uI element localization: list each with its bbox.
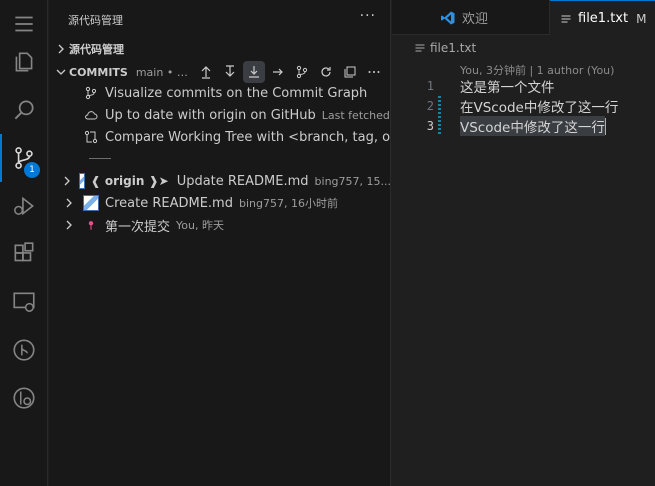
- item-label: Visualize commits on the Commit Graph: [105, 85, 368, 101]
- item-description: Last fetched ...: [321, 108, 391, 122]
- code-line[interactable]: 3 VScode中修改了这一行: [392, 116, 655, 136]
- tab-file1[interactable]: file1.txt M: [550, 0, 655, 36]
- chevron-right-icon: [61, 173, 73, 189]
- vscode-logo-icon: [440, 10, 456, 26]
- line-text: 这是第一个文件: [460, 80, 555, 96]
- code-line[interactable]: 1 这是第一个文件: [392, 76, 655, 96]
- avatar: [79, 173, 85, 189]
- tab-welcome[interactable]: 欢迎: [430, 0, 550, 35]
- line-number: 2: [426, 99, 434, 113]
- commits-label: COMMITS: [69, 65, 128, 79]
- gutter: [438, 76, 441, 96]
- source-control-badge: 1: [24, 162, 40, 178]
- branch-meta: main • Last f...: [135, 65, 192, 79]
- tab-label: 欢迎: [462, 12, 489, 27]
- editor-area: 欢迎 file1.txt M file1.txt You, 3分钟前 | 1 a…: [392, 0, 655, 486]
- refresh-icon[interactable]: [315, 61, 337, 83]
- up-to-date-item[interactable]: Up to date with origin on GitHub Last fe…: [49, 104, 391, 126]
- compare-icon: [83, 129, 99, 145]
- section-label: 源代码管理: [69, 43, 124, 56]
- more-actions-button[interactable]: ···: [360, 8, 376, 24]
- commit-row[interactable]: Create README.md bing757, 16小时前: [49, 192, 391, 214]
- source-control-icon[interactable]: 1: [0, 134, 48, 182]
- git-graph-icon[interactable]: [0, 326, 48, 374]
- chevron-right-icon: [53, 41, 69, 57]
- collapse-all-icon[interactable]: [339, 61, 361, 83]
- run-debug-icon[interactable]: [0, 182, 48, 230]
- line-number: 3: [426, 119, 434, 133]
- explorer-icon[interactable]: [0, 38, 48, 86]
- fetch-icon[interactable]: [243, 61, 265, 83]
- commit-pin-icon: [83, 217, 99, 233]
- compare-working-tree-item[interactable]: Compare Working Tree with <branch, tag, …: [49, 126, 391, 148]
- modified-gutter: [438, 116, 441, 136]
- pull-icon[interactable]: [219, 61, 241, 83]
- text-cursor: [604, 117, 606, 135]
- commits-toolbar: [195, 61, 385, 83]
- item-label: Compare Working Tree with <branch, tag, …: [105, 129, 391, 145]
- search-icon[interactable]: [0, 86, 48, 134]
- commit-row[interactable]: 第一次提交 You, 昨天: [49, 214, 391, 236]
- tab-label: file1.txt: [578, 11, 629, 26]
- line-number: 1: [426, 79, 434, 93]
- commit-graph-icon[interactable]: [291, 61, 313, 83]
- cloud-icon: [83, 107, 99, 123]
- more-icon[interactable]: [363, 61, 385, 83]
- commit-message: 第一次提交: [105, 219, 171, 235]
- editor-tabs: 欢迎 file1.txt M: [392, 0, 655, 36]
- line-text: VScode中修改了这一行: [460, 116, 605, 136]
- modified-gutter: [438, 96, 441, 116]
- modified-indicator: M: [636, 11, 647, 26]
- separator: [89, 158, 111, 159]
- line-text: 在VScode中修改了这一行: [460, 100, 619, 116]
- branch-ref-badge: ❰ origin ❱➤: [90, 174, 169, 188]
- commit-message: Create README.md: [105, 195, 233, 211]
- sidebar-title: 源代码管理: [68, 14, 123, 27]
- chevron-down-icon: [53, 64, 69, 80]
- activity-bar: 1: [0, 0, 48, 486]
- breadcrumb-file: file1.txt: [430, 41, 477, 55]
- chevron-right-icon: [61, 195, 77, 211]
- source-control-sidebar: 源代码管理 ··· 源代码管理 COMMITS main • Last f...…: [49, 0, 391, 486]
- breadcrumb[interactable]: file1.txt: [414, 41, 476, 55]
- extensions-icon[interactable]: [0, 230, 48, 278]
- code-line[interactable]: 2 在VScode中修改了这一行: [392, 96, 655, 116]
- avatar: [83, 195, 99, 211]
- commits-section-header[interactable]: COMMITS main • Last f...: [49, 61, 391, 83]
- repositories-section-header[interactable]: 源代码管理: [49, 38, 391, 60]
- text-file-icon: [560, 13, 572, 25]
- text-file-icon: [415, 44, 425, 52]
- switch-branch-icon[interactable]: [267, 61, 289, 83]
- commit-row[interactable]: ❰ origin ❱➤ Update README.md bing757, 15…: [49, 170, 391, 192]
- gitlens-icon[interactable]: [0, 374, 48, 422]
- commit-author-time: bing757, 16小时前: [238, 197, 338, 210]
- remote-explorer-icon[interactable]: [0, 278, 48, 326]
- push-icon[interactable]: [195, 61, 217, 83]
- commit-message: Update README.md: [176, 173, 309, 189]
- item-label: Up to date with origin on GitHub: [105, 107, 316, 123]
- commit-author-time: You, 昨天: [176, 219, 224, 232]
- graph-icon: [83, 85, 99, 101]
- chevron-right-icon: [61, 217, 77, 233]
- commit-author-time: bing757, 15...: [314, 174, 391, 188]
- visualize-graph-item[interactable]: Visualize commits on the Commit Graph: [49, 82, 391, 104]
